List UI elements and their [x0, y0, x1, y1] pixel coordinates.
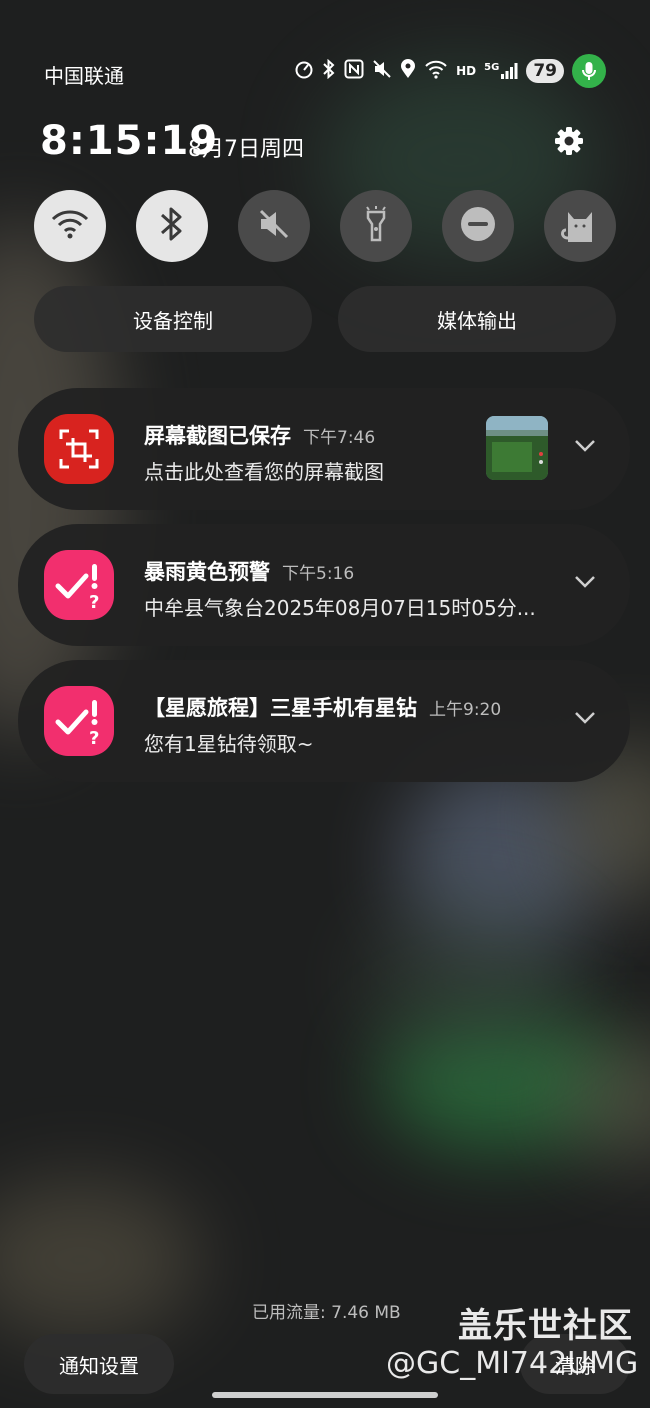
mute-icon	[256, 206, 292, 246]
flashlight-icon	[361, 204, 391, 248]
qs-dnd-toggle[interactable]	[442, 190, 514, 262]
task-check-icon: ?	[44, 686, 114, 756]
speed-icon	[294, 59, 314, 83]
qs-wifi-toggle[interactable]	[34, 190, 106, 262]
expand-chevron-icon[interactable]	[574, 438, 596, 452]
notification-title: 暴雨黄色预警 下午5:16	[144, 556, 354, 586]
screenshot-thumbnail[interactable]	[486, 416, 548, 480]
cat-icon	[558, 202, 602, 250]
qs-cat-toggle[interactable]	[544, 190, 616, 262]
screenshot-icon	[44, 414, 114, 484]
notification-body: 您有1星钻待领取~	[144, 732, 314, 756]
notification-settings-button[interactable]: 通知设置	[24, 1334, 174, 1394]
notification-title-text: 暴雨黄色预警	[144, 560, 270, 584]
carrier-label: 中国联通	[44, 64, 124, 88]
gesture-navigation-bar[interactable]	[212, 1392, 438, 1398]
minus-circle-icon	[459, 205, 497, 247]
wifi-icon	[424, 59, 448, 83]
svg-text:?: ?	[89, 728, 99, 749]
expand-chevron-icon[interactable]	[574, 710, 596, 724]
notification-body: 点击此处查看您的屏幕截图	[144, 460, 384, 484]
notification-card-star-journey[interactable]: ? 【星愿旅程】三星手机有星钻 上午9:20 您有1星钻待领取~	[18, 660, 630, 782]
bluetooth-icon	[322, 58, 336, 83]
qs-flashlight-toggle[interactable]	[340, 190, 412, 262]
notification-time: 上午9:20	[429, 700, 502, 720]
notification-time: 下午5:16	[282, 564, 355, 584]
notification-title: 【星愿旅程】三星手机有星钻 上午9:20	[144, 692, 501, 722]
notification-body: 中牟县气象台2025年08月07日15时05分...	[144, 596, 536, 620]
location-icon	[400, 59, 416, 83]
hd-label: HD	[456, 64, 477, 78]
notification-title: 屏幕截图已保存 下午7:46	[144, 420, 375, 450]
qs-sound-toggle[interactable]	[238, 190, 310, 262]
watermark-handle: @GC_MI742UMG	[386, 1346, 639, 1381]
notification-title-text: 【星愿旅程】三星手机有星钻	[144, 696, 417, 720]
task-check-icon: ?	[44, 550, 114, 620]
signal-icon: 5G	[484, 62, 518, 80]
data-usage-label: 已用流量: 7.46 MB	[252, 1303, 401, 1323]
notification-card-rainstorm[interactable]: ? 暴雨黄色预警 下午5:16 中牟县气象台2025年08月07日15时05分..…	[18, 524, 630, 646]
qs-bluetooth-toggle[interactable]	[136, 190, 208, 262]
bluetooth-icon	[159, 204, 185, 248]
microphone-icon[interactable]	[572, 54, 606, 88]
notification-time: 下午7:46	[303, 428, 376, 448]
network-gen-label: 5G	[484, 62, 500, 73]
notification-card-screenshot[interactable]: 屏幕截图已保存 下午7:46 点击此处查看您的屏幕截图	[18, 388, 630, 510]
settings-gear-icon[interactable]	[550, 122, 588, 160]
media-output-button[interactable]: 媒体输出	[338, 286, 616, 352]
svg-text:?: ?	[89, 592, 99, 613]
expand-chevron-icon[interactable]	[574, 574, 596, 588]
wifi-icon	[50, 207, 90, 245]
date-label: 8月7日周四	[188, 137, 304, 162]
mute-icon	[372, 59, 392, 83]
battery-indicator: 79	[526, 59, 564, 83]
notification-title-text: 屏幕截图已保存	[144, 424, 291, 448]
watermark-title: 盖乐世社区	[458, 1306, 633, 1346]
nfc-icon	[344, 59, 364, 83]
status-bar: 中国联通 HD 5G 79	[0, 50, 650, 94]
device-control-button[interactable]: 设备控制	[34, 286, 312, 352]
